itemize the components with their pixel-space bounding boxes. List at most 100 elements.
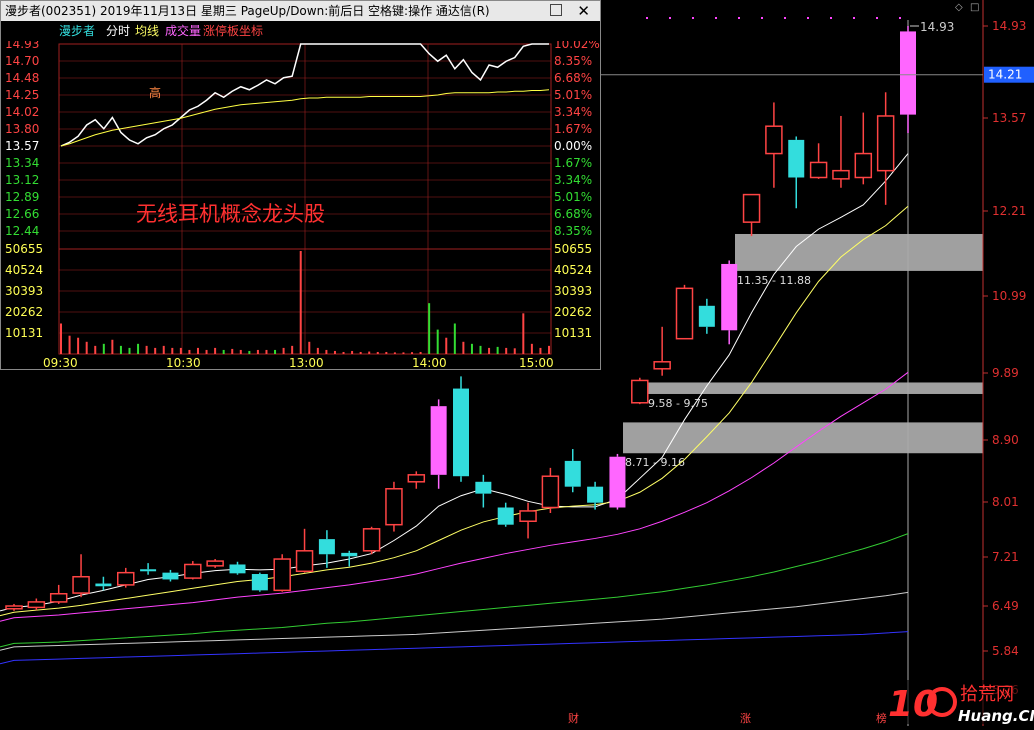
- intraday-price-tick: 14.93: [5, 41, 39, 51]
- candle-body: [497, 507, 514, 525]
- candle: [832, 115, 850, 188]
- volume-tick: 10131: [5, 326, 43, 340]
- volume-tick: 30393: [5, 284, 43, 298]
- intraday-price-tick: 14.70: [5, 54, 39, 68]
- window-titlebar[interactable]: 漫步者(002351) 2019年11月13日 星期三 PageUp/Down:…: [1, 1, 600, 21]
- candle: [475, 474, 492, 508]
- intraday-price-tick: 13.12: [5, 173, 39, 187]
- close-icon[interactable]: ✕: [577, 1, 590, 21]
- top-marker-dot: [807, 17, 809, 19]
- time-tick: 13:00: [289, 356, 324, 369]
- candle-body: [407, 474, 426, 483]
- candle: [117, 567, 135, 588]
- intraday-price-tick: 12.89: [5, 190, 39, 204]
- time-tick: 10:30: [166, 356, 201, 369]
- candle: [698, 298, 715, 334]
- volume-tick-right: 40524: [554, 263, 592, 277]
- candle-body: [206, 560, 224, 567]
- candle: [497, 502, 514, 527]
- tab-junxian[interactable]: 均线: [135, 21, 159, 41]
- intraday-window[interactable]: 漫步者(002351) 2019年11月13日 星期三 PageUp/Down:…: [0, 0, 601, 370]
- candle: [809, 143, 828, 179]
- candle-body: [876, 115, 895, 172]
- intraday-pct-tick: 0.00%: [554, 139, 592, 153]
- intraday-price-tick: 14.02: [5, 105, 39, 119]
- annotation-text: 无线耳机概念龙头股: [136, 202, 325, 226]
- volume-tick: 50655: [5, 242, 43, 256]
- axis-tick-label: 8.90: [992, 433, 1019, 447]
- axis-tick-label: 7.21: [992, 550, 1019, 564]
- diamond-icon[interactable]: ◇: [955, 2, 963, 13]
- top-marker-dot: [899, 17, 901, 19]
- candle: [653, 326, 671, 376]
- candle-body: [229, 564, 246, 574]
- tab-fenshi[interactable]: 分时: [106, 21, 130, 41]
- candle: [273, 554, 291, 592]
- intraday-price-tick: 13.80: [5, 122, 39, 136]
- high-marker: 高: [149, 85, 161, 100]
- svg-text:拾荒网: 拾荒网: [960, 684, 1014, 705]
- candle: [609, 453, 626, 510]
- candle: [742, 193, 761, 237]
- axis-tick-label: 6.49: [992, 599, 1019, 613]
- bottom-marker: 财: [568, 711, 579, 725]
- candle-body: [27, 601, 46, 609]
- intraday-pct-tick: 5.01%: [554, 88, 592, 102]
- bottom-marker: 涨: [740, 712, 751, 725]
- intraday-price-tick: 12.66: [5, 207, 39, 221]
- window-title: 漫步者(002351) 2019年11月13日 星期三 PageUp/Down:…: [5, 4, 490, 18]
- tab-chengjiao[interactable]: 成交量: [165, 21, 201, 41]
- volume-tick-right: 30393: [554, 284, 592, 298]
- intraday-price-tick: 14.25: [5, 88, 39, 102]
- candle: [407, 471, 426, 489]
- ma-line: [0, 591, 909, 651]
- intraday-price-tick: 14.48: [5, 71, 39, 85]
- top-marker-dot: [830, 17, 832, 19]
- intraday-price-tick: 13.57: [5, 139, 39, 153]
- candle: [519, 502, 537, 539]
- current-price-label: 14.21: [988, 68, 1022, 82]
- intraday-pct-tick: 1.67%: [554, 156, 592, 170]
- svg-text:Huang.CN: Huang.CN: [958, 707, 1034, 725]
- candle-body: [809, 161, 828, 179]
- top-marker-dot: [853, 17, 855, 19]
- candle: [162, 569, 179, 582]
- candle-body: [362, 528, 381, 552]
- top-marker-dot: [761, 17, 763, 19]
- candle-body: [385, 488, 403, 526]
- tab-stock-name[interactable]: 漫步者: [59, 21, 95, 41]
- volume-tick: 40524: [5, 263, 43, 277]
- candle: [229, 561, 246, 575]
- tab-bar: 漫步者 分时 均线 成交量 涨停板坐标: [1, 21, 600, 41]
- square-icon[interactable]: □: [970, 2, 979, 13]
- restore-icon[interactable]: [550, 4, 562, 16]
- candle-body: [273, 558, 291, 592]
- intraday-pct-tick: 10.02%: [554, 41, 600, 51]
- candle-body: [162, 572, 179, 580]
- candle-body: [140, 569, 157, 572]
- candle: [341, 550, 358, 567]
- intraday-pct-tick: 8.35%: [554, 224, 592, 238]
- support-zone: [623, 422, 983, 454]
- intraday-pct-tick: 8.35%: [554, 54, 592, 68]
- candle-body: [475, 481, 492, 494]
- axis-tick-label: 9.89: [992, 366, 1019, 380]
- candle-body: [318, 539, 335, 555]
- candle: [876, 92, 895, 205]
- intraday-pct-tick: 6.68%: [554, 71, 592, 85]
- candle: [631, 377, 649, 405]
- candle-body: [832, 169, 850, 180]
- ma-line: [0, 631, 909, 665]
- tab-zhangting[interactable]: 涨停板坐标: [203, 21, 263, 41]
- candle: [206, 559, 224, 568]
- volume-tick-right: 10131: [554, 326, 592, 340]
- candle-body: [742, 193, 761, 223]
- candle-body: [341, 552, 358, 557]
- candle-body: [587, 486, 604, 503]
- candle-body: [95, 583, 112, 587]
- candle: [430, 399, 447, 489]
- volume-tick-right: 50655: [554, 242, 592, 256]
- candle: [140, 563, 157, 575]
- top-marker-dot: [784, 17, 786, 19]
- candle: [453, 376, 469, 482]
